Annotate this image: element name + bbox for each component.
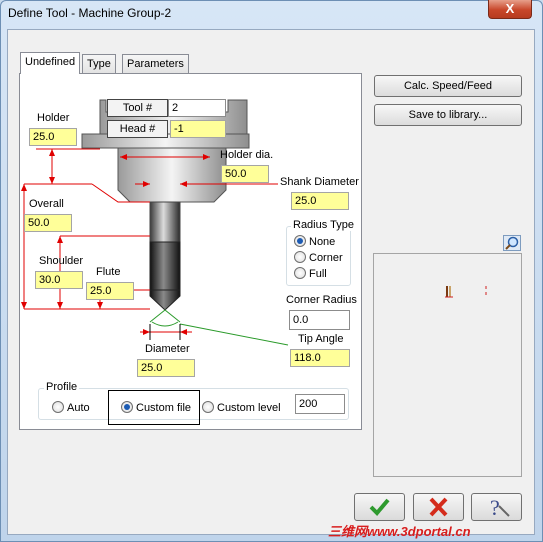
diameter-input[interactable]: 25.0	[137, 359, 195, 377]
flute-label: Flute	[96, 266, 121, 278]
corner-radius-input[interactable]: 0.0	[289, 310, 350, 330]
head-number-label: Head #	[107, 120, 168, 138]
diameter-label: Diameter	[145, 343, 190, 355]
radio-selected-icon	[121, 401, 133, 413]
profile-custom-level-radio[interactable]: Custom level	[202, 401, 281, 414]
radio-unselected-icon	[294, 251, 306, 263]
tool-number-label: Tool #	[107, 99, 168, 117]
custom-level-input[interactable]: 200	[295, 394, 345, 414]
overall-label: Overall	[29, 198, 64, 210]
shoulder-label: Shoulder	[39, 255, 84, 267]
radio-unselected-icon	[52, 401, 64, 413]
radius-type-label: Radius Type	[291, 219, 356, 231]
shank-diameter-input[interactable]: 25.0	[291, 192, 349, 210]
radius-full-radio[interactable]: Full	[294, 267, 327, 280]
shoulder-input[interactable]: 30.0	[35, 271, 83, 289]
radius-none-radio[interactable]: None	[294, 235, 335, 248]
profile-custom-file-radio[interactable]: Custom file	[121, 401, 191, 414]
radius-corner-radio[interactable]: Corner	[294, 251, 343, 264]
tool-number-input[interactable]: 2	[168, 99, 226, 117]
profile-auto-radio[interactable]: Auto	[52, 401, 90, 414]
overall-input[interactable]: 50.0	[24, 214, 72, 232]
radio-unselected-icon	[294, 267, 306, 279]
holder-dia-input[interactable]: 50.0	[221, 165, 269, 183]
corner-radius-label: Corner Radius	[286, 294, 357, 306]
tip-angle-input[interactable]: 118.0	[290, 349, 350, 367]
radio-selected-icon	[294, 235, 306, 247]
shank-diameter-label: Shank Diameter	[280, 176, 359, 188]
holder-label: Holder	[37, 112, 70, 124]
head-number-input[interactable]: -1	[170, 120, 226, 138]
holder-dia-label: Holder dia.	[220, 149, 274, 161]
profile-label: Profile	[44, 381, 80, 393]
radio-unselected-icon	[202, 401, 214, 413]
holder-input[interactable]: 25.0	[29, 128, 77, 146]
tip-angle-label: Tip Angle	[298, 333, 344, 345]
flute-input[interactable]: 25.0	[86, 282, 134, 300]
